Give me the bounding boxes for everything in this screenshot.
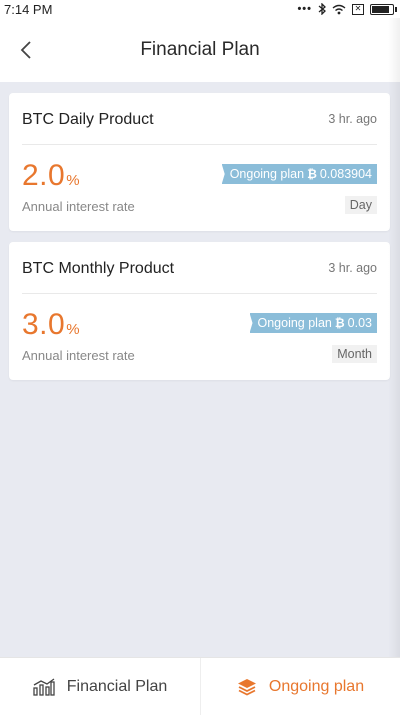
ongoing-label: Ongoing plan xyxy=(229,167,305,181)
rate-label: Annual interest rate xyxy=(22,348,135,363)
ongoing-plan-tag: Ongoing plan ₿ 0.03 xyxy=(249,313,377,333)
interest-rate: 2.0 % xyxy=(22,159,80,193)
period-badge: Day xyxy=(344,196,377,214)
nav-ongoing-plan[interactable]: Ongoing plan xyxy=(200,658,400,715)
bottom-nav: Financial Plan Ongoing plan xyxy=(0,657,400,715)
rate-unit: % xyxy=(66,172,80,189)
bar-chart-icon xyxy=(33,677,55,696)
product-title: BTC Monthly Product xyxy=(22,260,175,277)
layers-icon xyxy=(237,678,256,696)
ongoing-amount: 0.03 xyxy=(347,316,372,330)
card-divider xyxy=(22,144,377,145)
card-divider xyxy=(22,293,377,294)
period-badge: Month xyxy=(332,345,377,363)
battery-icon xyxy=(370,3,397,15)
rate-value: 2.0 xyxy=(22,159,66,192)
more-dots-icon: ••• xyxy=(297,3,312,15)
nav-label: Financial Plan xyxy=(66,677,168,695)
wifi-icon xyxy=(332,4,346,14)
product-card-daily[interactable]: BTC Daily Product 3 hr. ago 2.0 % Annual… xyxy=(9,93,390,231)
app-header: Financial Plan xyxy=(0,18,400,82)
interest-rate: 3.0 % xyxy=(22,308,80,342)
bitcoin-icon: ₿ xyxy=(334,316,345,330)
back-button[interactable] xyxy=(14,38,38,62)
page-title: Financial Plan xyxy=(140,39,260,60)
product-title: BTC Daily Product xyxy=(22,111,154,128)
bitcoin-icon: ₿ xyxy=(307,167,317,181)
ongoing-plan-tag: Ongoing plan ₿ 0.083904 xyxy=(221,164,377,184)
chevron-left-icon xyxy=(20,41,31,59)
bluetooth-icon xyxy=(318,3,326,15)
product-time: 3 hr. ago xyxy=(328,261,377,275)
status-bar: 7:14 PM ••• ✕ xyxy=(0,0,400,18)
rate-unit: % xyxy=(66,321,80,338)
rate-value: 3.0 xyxy=(22,308,66,341)
nav-label: Ongoing plan xyxy=(268,677,365,695)
ongoing-label: Ongoing plan xyxy=(257,316,332,330)
nav-financial-plan[interactable]: Financial Plan xyxy=(0,658,200,715)
product-time: 3 hr. ago xyxy=(328,112,377,126)
product-card-monthly[interactable]: BTC Monthly Product 3 hr. ago 3.0 % Annu… xyxy=(9,242,390,380)
status-icons: ••• ✕ xyxy=(297,3,397,15)
no-sim-icon: ✕ xyxy=(352,3,364,15)
ongoing-amount: 0.083904 xyxy=(319,167,372,181)
status-time: 7:14 PM xyxy=(4,1,53,17)
rate-label: Annual interest rate xyxy=(22,199,135,214)
